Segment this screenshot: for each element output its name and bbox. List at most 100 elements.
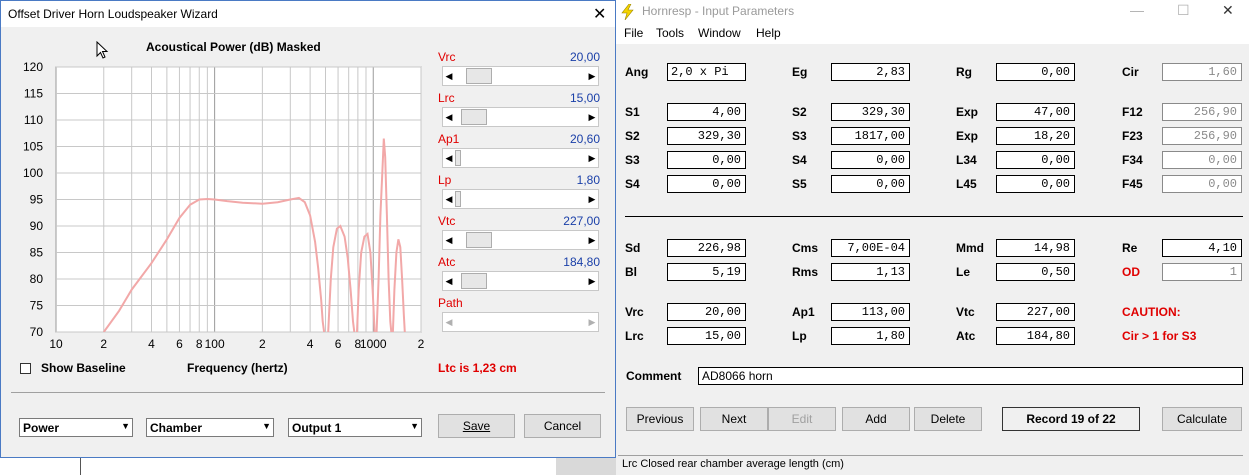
param-field-f34[interactable]: 0,00	[1162, 151, 1242, 169]
param-field-vtc[interactable]: 227,00	[996, 303, 1075, 321]
chevron-left-icon[interactable]: ◀	[444, 274, 454, 288]
param-field-s4[interactable]: 0,00	[667, 175, 746, 193]
param-field-mmd[interactable]: 14,98	[996, 239, 1075, 257]
wizard-close-button[interactable]: ✕	[593, 4, 606, 24]
slider-lrc[interactable]: ◀ ▶	[442, 107, 599, 127]
param-label-s5: S5	[792, 177, 807, 191]
param-label-ang: Ang	[625, 65, 649, 79]
param-field-bl[interactable]: 5,19	[667, 263, 746, 281]
param-field-lrc[interactable]: 15,00	[667, 327, 746, 345]
param-label-vrc: Vrc	[625, 305, 644, 319]
edit-button[interactable]: Edit	[768, 407, 836, 431]
param-field-s4[interactable]: 0,00	[831, 151, 910, 169]
y-tick-label: 100	[23, 166, 43, 180]
chevron-left-icon[interactable]: ◀	[444, 315, 454, 329]
param-label-vtc: Vtc	[956, 305, 975, 319]
param-field-lp[interactable]: 1,80	[831, 327, 910, 345]
slider-atc[interactable]: ◀ ▶	[442, 271, 599, 291]
next-button[interactable]: Next	[700, 407, 768, 431]
output-select[interactable]: Output 1 ▼	[288, 418, 422, 437]
chevron-left-icon[interactable]: ◀	[444, 110, 454, 124]
cancel-button[interactable]: Cancel	[524, 414, 601, 438]
param-field-atc[interactable]: 184,80	[996, 327, 1075, 345]
param-field-f23[interactable]: 256,90	[1162, 127, 1242, 145]
slider-thumb[interactable]	[465, 68, 492, 84]
chevron-right-icon[interactable]: ▶	[587, 192, 597, 206]
param-field-f12[interactable]: 256,90	[1162, 103, 1242, 121]
param-field-ap1[interactable]: 113,00	[831, 303, 910, 321]
param-label-bl: Bl	[625, 265, 637, 279]
slider-thumb[interactable]	[455, 150, 461, 166]
param-label-mmd: Mmd	[956, 241, 984, 255]
slider-ap1[interactable]: ◀ ▶	[442, 148, 599, 168]
chevron-left-icon[interactable]: ◀	[444, 192, 454, 206]
maximize-button[interactable]: ☐	[1177, 2, 1190, 19]
param-field-s1[interactable]: 4,00	[667, 103, 746, 121]
x-tick-label: 6	[335, 337, 342, 351]
slider-thumb[interactable]	[461, 273, 488, 289]
previous-button[interactable]: Previous	[626, 407, 694, 431]
chevron-left-icon[interactable]: ◀	[444, 151, 454, 165]
chevron-right-icon[interactable]: ▶	[587, 69, 597, 83]
show-baseline-checkbox[interactable]	[20, 363, 31, 374]
param-field-s3[interactable]: 1817,00	[831, 127, 910, 145]
slider-thumb[interactable]	[465, 232, 492, 248]
param-field-l45[interactable]: 0,00	[996, 175, 1075, 193]
param-field-l34[interactable]: 0,00	[996, 151, 1075, 169]
caution-text: Cir > 1 for S3	[1122, 329, 1197, 343]
param-field-s2[interactable]: 329,30	[667, 127, 746, 145]
chamber-select[interactable]: Chamber ▼	[146, 418, 274, 437]
param-field-s5[interactable]: 0,00	[831, 175, 910, 193]
chevron-right-icon[interactable]: ▶	[587, 315, 597, 329]
caution-title: CAUTION:	[1122, 305, 1181, 319]
output-select-value: Output 1	[292, 421, 342, 435]
param-label-ap1: Ap1	[792, 305, 815, 319]
chevron-right-icon[interactable]: ▶	[587, 151, 597, 165]
slider-path[interactable]: ◀ ▶	[442, 312, 599, 332]
slider-lp[interactable]: ◀ ▶	[442, 189, 599, 209]
param-field-cir[interactable]: 1,60	[1162, 63, 1242, 81]
chevron-down-icon: ▼	[262, 421, 271, 431]
menu-window[interactable]: Window	[698, 26, 741, 40]
comment-field[interactable]: AD8066 horn	[698, 367, 1243, 385]
param-field-s2[interactable]: 329,30	[831, 103, 910, 121]
power-select[interactable]: Power ▼	[19, 418, 133, 437]
chevron-right-icon[interactable]: ▶	[587, 110, 597, 124]
chevron-left-icon[interactable]: ◀	[444, 69, 454, 83]
param-field-le[interactable]: 0,50	[996, 263, 1075, 281]
param-field-sd[interactable]: 226,98	[667, 239, 746, 257]
slider-thumb[interactable]	[461, 109, 488, 125]
wizard-title: Offset Driver Horn Loudspeaker Wizard	[8, 7, 218, 21]
menu-tools[interactable]: Tools	[656, 26, 684, 40]
y-tick-label: 95	[30, 193, 44, 207]
chevron-right-icon[interactable]: ▶	[587, 233, 597, 247]
param-field-od[interactable]: 1	[1162, 263, 1242, 281]
param-field-exp[interactable]: 18,20	[996, 127, 1075, 145]
x-tick-label: 6	[176, 337, 183, 351]
param-field-re[interactable]: 4,10	[1162, 239, 1242, 257]
slider-vrc[interactable]: ◀ ▶	[442, 66, 599, 86]
param-field-exp[interactable]: 47,00	[996, 103, 1075, 121]
param-field-eg[interactable]: 2,83	[831, 63, 910, 81]
chevron-right-icon[interactable]: ▶	[587, 274, 597, 288]
minimize-button[interactable]: —	[1130, 2, 1144, 18]
param-field-rg[interactable]: 0,00	[996, 63, 1075, 81]
param-field-vrc[interactable]: 20,00	[667, 303, 746, 321]
param-field-cms[interactable]: 7,00E-04	[831, 239, 910, 257]
chevron-left-icon[interactable]: ◀	[444, 233, 454, 247]
menu-help[interactable]: Help	[756, 26, 781, 40]
param-field-ang[interactable]: 2,0 x Pi	[667, 63, 746, 81]
power-select-value: Power	[23, 421, 60, 435]
menu-file[interactable]: File	[624, 26, 643, 40]
save-button[interactable]: Save	[438, 414, 515, 438]
slider-thumb[interactable]	[455, 191, 461, 207]
param-field-rms[interactable]: 1,13	[831, 263, 910, 281]
param-field-s3[interactable]: 0,00	[667, 151, 746, 169]
calculate-button[interactable]: Calculate	[1162, 407, 1242, 431]
close-button[interactable]: ✕	[1222, 2, 1234, 19]
param-field-f45[interactable]: 0,00	[1162, 175, 1242, 193]
x-tick-label: 2	[259, 337, 266, 351]
delete-button[interactable]: Delete	[914, 407, 982, 431]
slider-vtc[interactable]: ◀ ▶	[442, 230, 599, 250]
add-button[interactable]: Add	[842, 407, 910, 431]
